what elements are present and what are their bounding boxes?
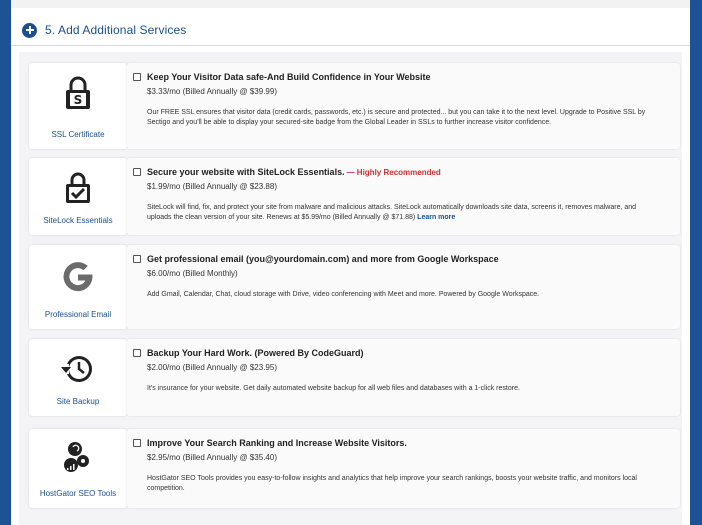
learn-more-link[interactable]: Learn more: [417, 214, 455, 221]
service-seo: HostGator SEO Tools Improve Your Search …: [29, 429, 680, 508]
service-body: Improve Your Search Ranking and Increase…: [127, 429, 680, 508]
description-text: SiteLock will find, fix, and protect you…: [147, 204, 637, 221]
service-title: Improve Your Search Ranking and Increase…: [147, 438, 407, 448]
recommended-badge: — Highly Recommended: [346, 167, 441, 177]
svg-text:S: S: [74, 93, 83, 107]
service-title: Keep Your Visitor Data safe-And Build Co…: [147, 72, 431, 82]
card-label: Site Backup: [56, 397, 100, 406]
sitelock-check-icon: [58, 168, 98, 208]
service-card: Site Backup: [29, 339, 127, 416]
service-body: Backup Your Hard Work. (Powered By CodeG…: [127, 339, 680, 416]
add-services-panel: 5. Add Additional Services S SSL Certifi…: [11, 0, 690, 525]
service-email: Professional Email Get professional emai…: [29, 245, 680, 329]
service-title: Backup Your Hard Work. (Powered By CodeG…: [147, 348, 364, 358]
service-backup: Site Backup Backup Your Hard Work. (Powe…: [29, 339, 680, 416]
divider: [11, 45, 690, 46]
service-price: $6.00/mo (Billed Monthly): [147, 269, 238, 278]
card-label: SSL Certificate: [51, 130, 105, 139]
card-label: SiteLock Essentials: [43, 216, 113, 225]
ssl-checkbox[interactable]: [133, 73, 141, 81]
plus-circle-icon[interactable]: [22, 22, 37, 38]
service-description: HostGator SEO Tools provides you easy-to…: [147, 475, 637, 492]
service-description: SiteLock will find, fix, and protect you…: [147, 203, 652, 223]
service-card: HostGator SEO Tools: [29, 429, 127, 508]
seo-tools-icon: [58, 439, 98, 479]
section-title: 5. Add Additional Services: [45, 23, 187, 37]
card-label: HostGator SEO Tools: [39, 489, 117, 498]
seo-checkbox[interactable]: [133, 439, 141, 447]
email-checkbox[interactable]: [133, 255, 141, 263]
service-card: Professional Email: [29, 245, 127, 329]
service-card: SiteLock Essentials: [29, 158, 127, 235]
top-strip: [11, 0, 690, 8]
service-price: $3.33/mo (Billed Annually @ $39.99): [147, 87, 277, 96]
service-ssl: S SSL Certificate Keep Your Visitor Data…: [29, 63, 680, 149]
service-description: It's insurance for your website. Get dai…: [147, 385, 520, 392]
service-sitelock: SiteLock Essentials Secure your website …: [29, 158, 680, 235]
ssl-lock-icon: S: [58, 73, 98, 113]
service-body: Keep Your Visitor Data safe-And Build Co…: [127, 63, 680, 149]
service-body: Secure your website with SiteLock Essent…: [127, 158, 680, 235]
service-description: Add Gmail, Calendar, Chat, cloud storage…: [147, 291, 540, 298]
service-title: Secure your website with SiteLock Essent…: [147, 167, 345, 177]
service-price: $1.99/mo (Billed Annually @ $23.88): [147, 182, 277, 191]
service-title: Get professional email (you@yourdomain.c…: [147, 254, 499, 264]
service-body: Get professional email (you@yourdomain.c…: [127, 245, 680, 329]
service-card: S SSL Certificate: [29, 63, 127, 149]
sitelock-checkbox[interactable]: [133, 168, 141, 176]
backup-checkbox[interactable]: [133, 349, 141, 357]
scrollbar-track[interactable]: [690, 0, 702, 525]
service-description: Our FREE SSL ensures that visitor data (…: [147, 109, 646, 126]
backup-history-icon: [58, 349, 98, 389]
service-price: $2.00/mo (Billed Annually @ $23.95): [147, 363, 277, 372]
google-g-icon: [58, 257, 98, 297]
card-label: Professional Email: [44, 310, 112, 319]
section-header[interactable]: 5. Add Additional Services: [22, 20, 186, 40]
service-price: $2.95/mo (Billed Annually @ $35.40): [147, 453, 277, 462]
frame-left: [0, 0, 11, 525]
